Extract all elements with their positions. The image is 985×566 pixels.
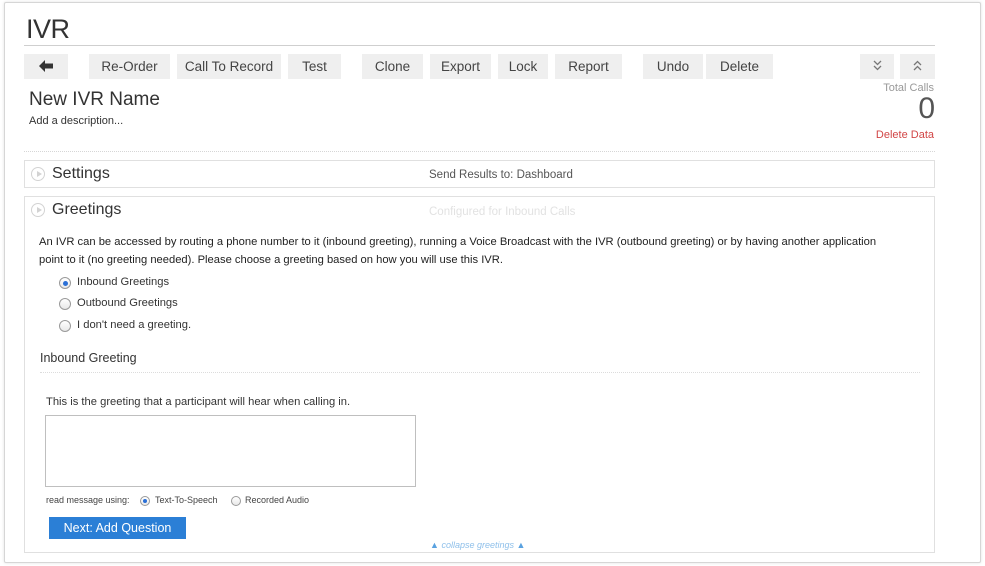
header-divider bbox=[24, 151, 935, 152]
settings-meta: Send Results to: Dashboard bbox=[429, 169, 573, 181]
outbound-greetings-label[interactable]: Outbound Greetings bbox=[77, 297, 178, 309]
inbound-greetings-label[interactable]: Inbound Greetings bbox=[77, 276, 169, 288]
collapse-greetings-label: collapse greetings bbox=[441, 540, 514, 550]
total-calls-value: 0 bbox=[918, 92, 935, 125]
greetings-title[interactable]: Greetings bbox=[52, 201, 121, 219]
double-chevron-up-icon bbox=[913, 60, 922, 71]
next-add-question-button[interactable]: Next: Add Question bbox=[49, 517, 186, 539]
read-using-label: read message using: bbox=[46, 495, 130, 505]
collapse-greetings-link[interactable]: ▲ collapse greetings ▲ bbox=[430, 540, 525, 550]
inbound-greeting-heading: Inbound Greeting bbox=[40, 351, 137, 365]
recorded-audio-radio[interactable] bbox=[231, 496, 241, 506]
delete-button[interactable]: Delete bbox=[706, 54, 773, 79]
double-chevron-down-icon bbox=[873, 60, 881, 71]
delete-data-link[interactable]: Delete Data bbox=[876, 129, 934, 141]
arrow-left-icon bbox=[39, 60, 53, 72]
greetings-meta: Configured for Inbound Calls bbox=[429, 206, 576, 218]
greeting-help-text: This is the greeting that a participant … bbox=[46, 396, 351, 408]
tts-radio[interactable] bbox=[140, 496, 150, 506]
expand-all-button[interactable] bbox=[860, 54, 894, 79]
settings-title: Settings bbox=[52, 165, 110, 182]
reorder-button[interactable]: Re-Order bbox=[89, 54, 170, 79]
report-button[interactable]: Report bbox=[555, 54, 622, 79]
title-divider bbox=[24, 45, 935, 46]
greetings-intro-text: An IVR can be accessed by routing a phon… bbox=[39, 236, 877, 266]
tts-label[interactable]: Text-To-Speech bbox=[155, 495, 218, 505]
collapse-all-button[interactable] bbox=[900, 54, 935, 79]
test-button[interactable]: Test bbox=[288, 54, 341, 79]
no-greeting-radio[interactable] bbox=[59, 320, 71, 332]
clone-button[interactable]: Clone bbox=[362, 54, 423, 79]
ivr-description[interactable]: Add a description... bbox=[29, 115, 123, 127]
back-button[interactable] bbox=[24, 54, 68, 79]
no-greeting-label[interactable]: I don't need a greeting. bbox=[77, 319, 191, 331]
greeting-textarea[interactable] bbox=[45, 415, 416, 487]
ivr-name[interactable]: New IVR Name bbox=[29, 89, 160, 111]
outbound-greetings-radio[interactable] bbox=[59, 298, 71, 310]
triangle-up-icon: ▲ bbox=[516, 540, 526, 550]
lock-button[interactable]: Lock bbox=[498, 54, 548, 79]
call-to-record-button[interactable]: Call To Record bbox=[177, 54, 281, 79]
undo-button[interactable]: Undo bbox=[643, 54, 703, 79]
page-title: IVR bbox=[26, 14, 70, 44]
recorded-audio-label[interactable]: Recorded Audio bbox=[245, 495, 309, 505]
section-divider bbox=[40, 372, 920, 373]
settings-panel[interactable]: Settings Send Results to: Dashboard bbox=[24, 160, 935, 188]
expand-arrow-icon bbox=[31, 203, 45, 217]
expand-arrow-icon bbox=[31, 167, 45, 181]
triangle-up-icon: ▲ bbox=[430, 540, 439, 550]
inbound-greetings-radio[interactable] bbox=[59, 277, 71, 289]
export-button[interactable]: Export bbox=[430, 54, 491, 79]
